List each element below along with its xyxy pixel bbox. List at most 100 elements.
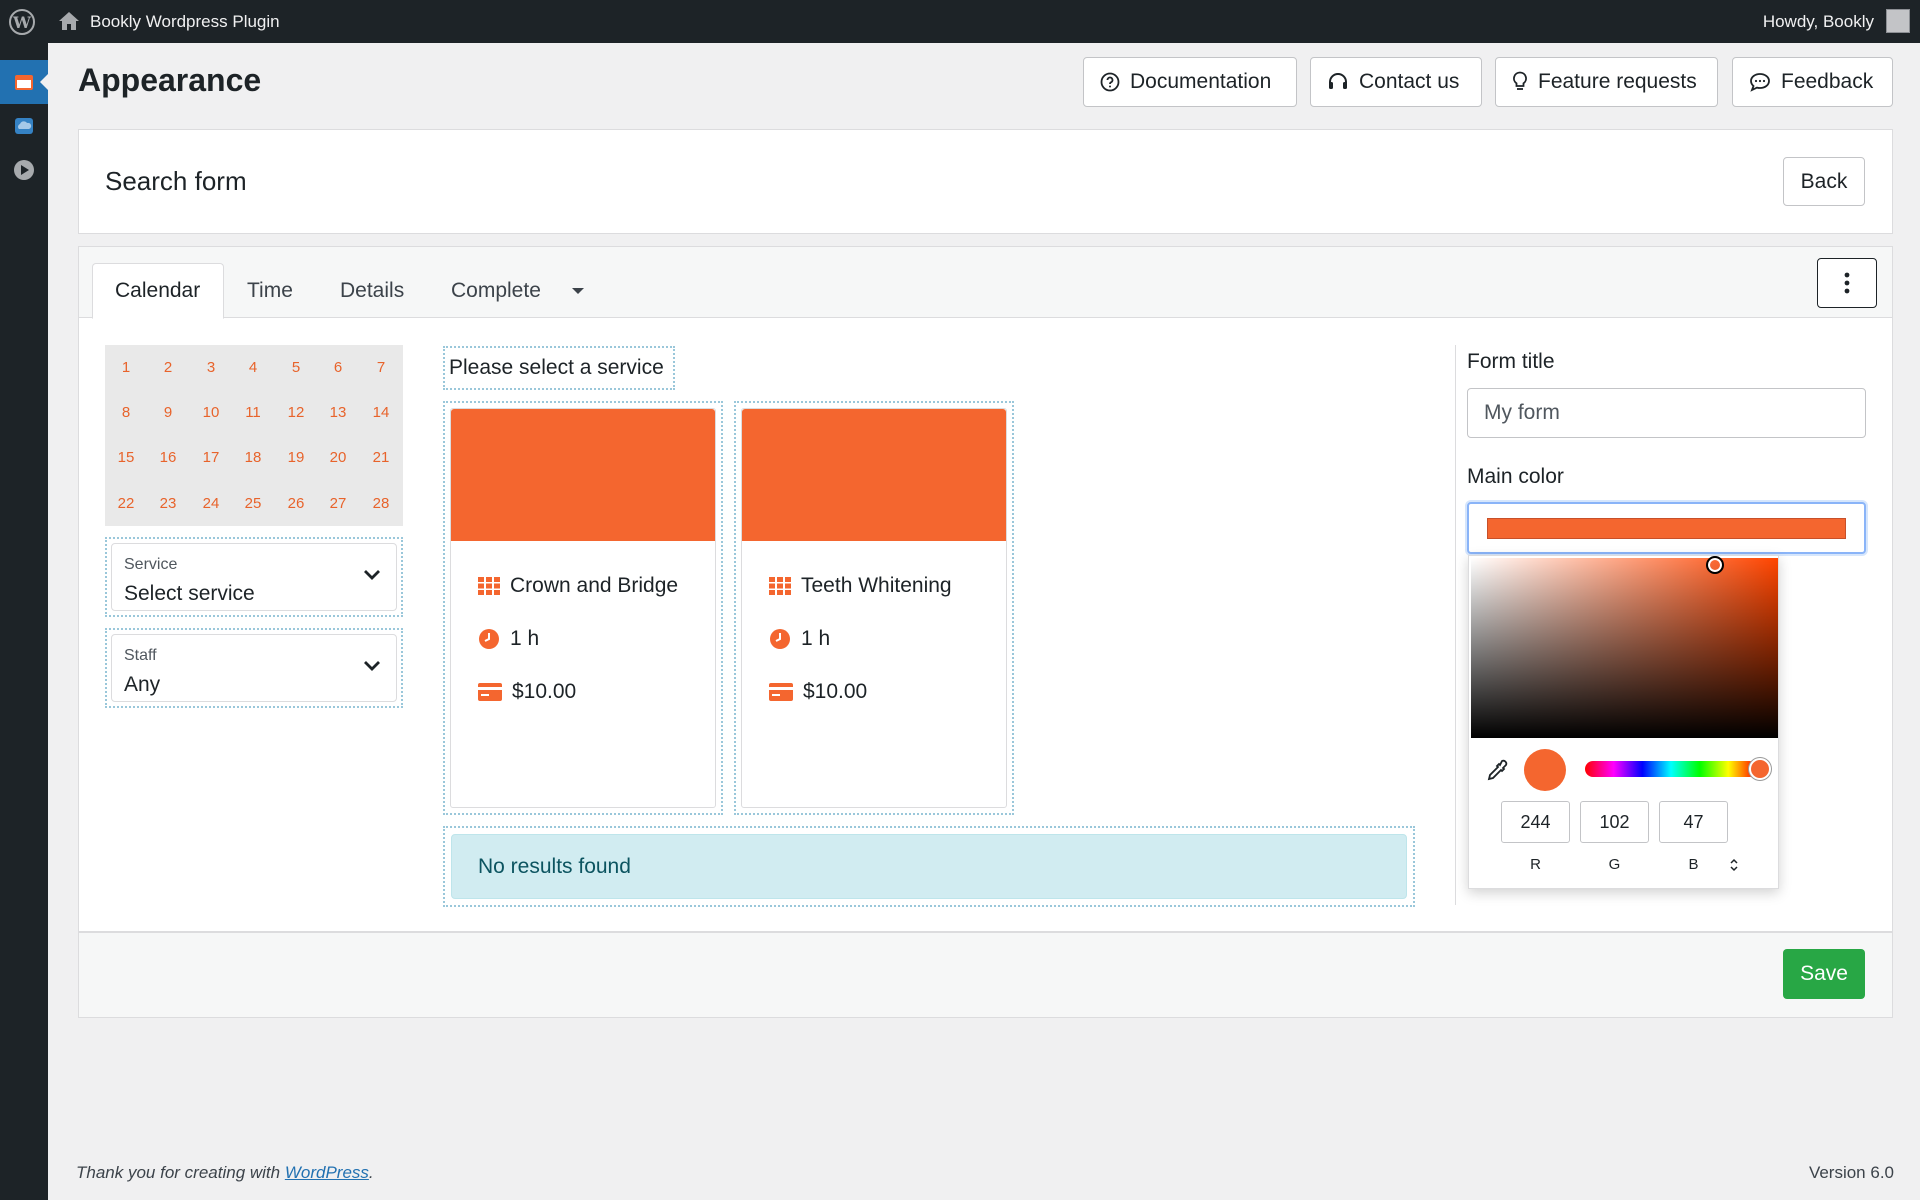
service-price: $10.00 [803,680,868,703]
calendar-day[interactable]: 28 [360,495,402,512]
more-options-button[interactable] [1817,258,1877,308]
calendar-day[interactable]: 12 [275,404,317,421]
sidebar-item-bookly[interactable] [0,60,48,104]
service-select[interactable]: Service Select service [111,543,397,611]
mini-calendar: 1 2 3 4 5 6 7 8 9 10 11 12 13 14 15 16 1… [105,345,403,526]
tab-details[interactable]: Details [318,263,426,319]
howdy-user-link[interactable]: Howdy, Bookly [1763,12,1874,32]
no-results-alert: No results found [451,834,1407,899]
tab-calendar[interactable]: Calendar [92,263,224,319]
calendar-day[interactable]: 15 [105,449,147,466]
calendar-day[interactable]: 14 [360,404,402,421]
calendar-day[interactable]: 19 [275,449,317,466]
question-circle-icon [1100,72,1120,92]
service-card[interactable]: Crown and Bridge 1 h $10.00 [450,408,716,808]
documentation-label: Documentation [1130,70,1272,93]
saturation-handle[interactable] [1706,556,1724,574]
service-name: Teeth Whitening [801,574,952,597]
contact-us-label: Contact us [1359,70,1460,93]
calendar-day[interactable]: 26 [275,495,317,512]
contact-us-button[interactable]: Contact us [1310,57,1482,107]
color-picker-popover: 244 102 47 R G B [1468,555,1779,889]
form-title-input[interactable]: My form [1467,388,1866,438]
calendar-day[interactable]: 18 [232,449,274,466]
calendar-day[interactable]: 27 [317,495,359,512]
tab-label: Complete [451,279,541,302]
tab-label: Calendar [115,279,201,302]
tabs-dropdown-caret-icon[interactable] [570,286,586,296]
calendar-day[interactable]: 2 [147,359,189,376]
hue-slider[interactable] [1585,761,1757,777]
documentation-button[interactable]: Documentation [1083,57,1297,107]
sidebar-item-media[interactable] [0,148,48,192]
calendar-day[interactable]: 11 [232,404,274,421]
calendar-day[interactable]: 25 [232,495,274,512]
calendar-day[interactable]: 5 [275,359,317,376]
credit-card-icon [769,683,793,701]
tab-label: Time [247,279,293,302]
calendar-day[interactable]: 17 [190,449,232,466]
editor-footer [78,932,1893,1018]
service-value: Select service [124,582,255,605]
clock-icon [770,629,790,649]
feature-requests-label: Feature requests [1538,70,1697,93]
wordpress-link[interactable]: WordPress [285,1163,369,1182]
save-button[interactable]: Save [1783,949,1865,999]
calendar-day[interactable]: 24 [190,495,232,512]
red-input[interactable]: 244 [1501,801,1570,843]
green-input[interactable]: 102 [1580,801,1649,843]
footer-thanks-text: Thank you for creating with [76,1163,285,1182]
section-title: Search form [105,166,247,196]
main-color-input[interactable] [1467,502,1866,554]
calendar-day[interactable]: 1 [105,359,147,376]
site-name-link[interactable]: Bookly Wordpress Plugin [90,12,280,32]
blue-input[interactable]: 47 [1659,801,1728,843]
admin-sidebar [0,43,48,1200]
calendar-day[interactable]: 16 [147,449,189,466]
settings-divider [1455,345,1456,905]
grid-icon [478,577,500,595]
format-toggle-icon[interactable] [1729,858,1739,872]
service-card[interactable]: Teeth Whitening 1 h $10.00 [741,408,1007,808]
wordpress-logo-icon[interactable]: W [8,8,36,36]
wp-footer-thanks: Thank you for creating with WordPress. [76,1163,374,1183]
service-duration: 1 h [510,627,540,650]
calendar-day[interactable]: 6 [317,359,359,376]
wp-version: Version 6.0 [1808,1163,1894,1182]
feedback-label: Feedback [1781,70,1874,93]
calendar-day[interactable]: 9 [147,404,189,421]
saturation-value-area[interactable] [1471,558,1778,738]
color-preview [1524,749,1566,791]
tab-complete[interactable]: Complete [429,263,563,319]
avatar[interactable] [1886,9,1910,33]
hue-handle[interactable] [1749,758,1771,780]
footer-suffix: . [368,1163,374,1182]
sidebar-item-cloud[interactable] [0,104,48,148]
calendar-day[interactable]: 13 [317,404,359,421]
main-color-swatch [1487,518,1846,539]
feature-requests-button[interactable]: Feature requests [1495,57,1718,107]
blue-label: B [1688,856,1699,873]
calendar-day[interactable]: 3 [190,359,232,376]
calendar-day[interactable]: 7 [360,359,402,376]
home-icon[interactable] [58,10,80,32]
calendar-day[interactable]: 4 [232,359,274,376]
services-heading: Please select a service [449,356,664,379]
calendar-day[interactable]: 8 [105,404,147,421]
calendar-day[interactable]: 21 [360,449,402,466]
calendar-icon [15,75,33,90]
calendar-day[interactable]: 22 [105,495,147,512]
eyedropper-icon[interactable] [1485,758,1509,782]
form-title-label: Form title [1467,350,1555,373]
back-button[interactable]: Back [1783,157,1865,206]
service-label: Service [124,556,178,573]
svg-text:W: W [12,13,32,32]
calendar-day[interactable]: 10 [190,404,232,421]
tab-time[interactable]: Time [225,263,315,319]
feedback-button[interactable]: Feedback [1732,57,1893,107]
staff-select[interactable]: Staff Any [111,634,397,702]
calendar-day[interactable]: 20 [317,449,359,466]
main-color-label: Main color [1467,465,1564,488]
calendar-day[interactable]: 23 [147,495,189,512]
chevron-down-icon [364,661,380,671]
